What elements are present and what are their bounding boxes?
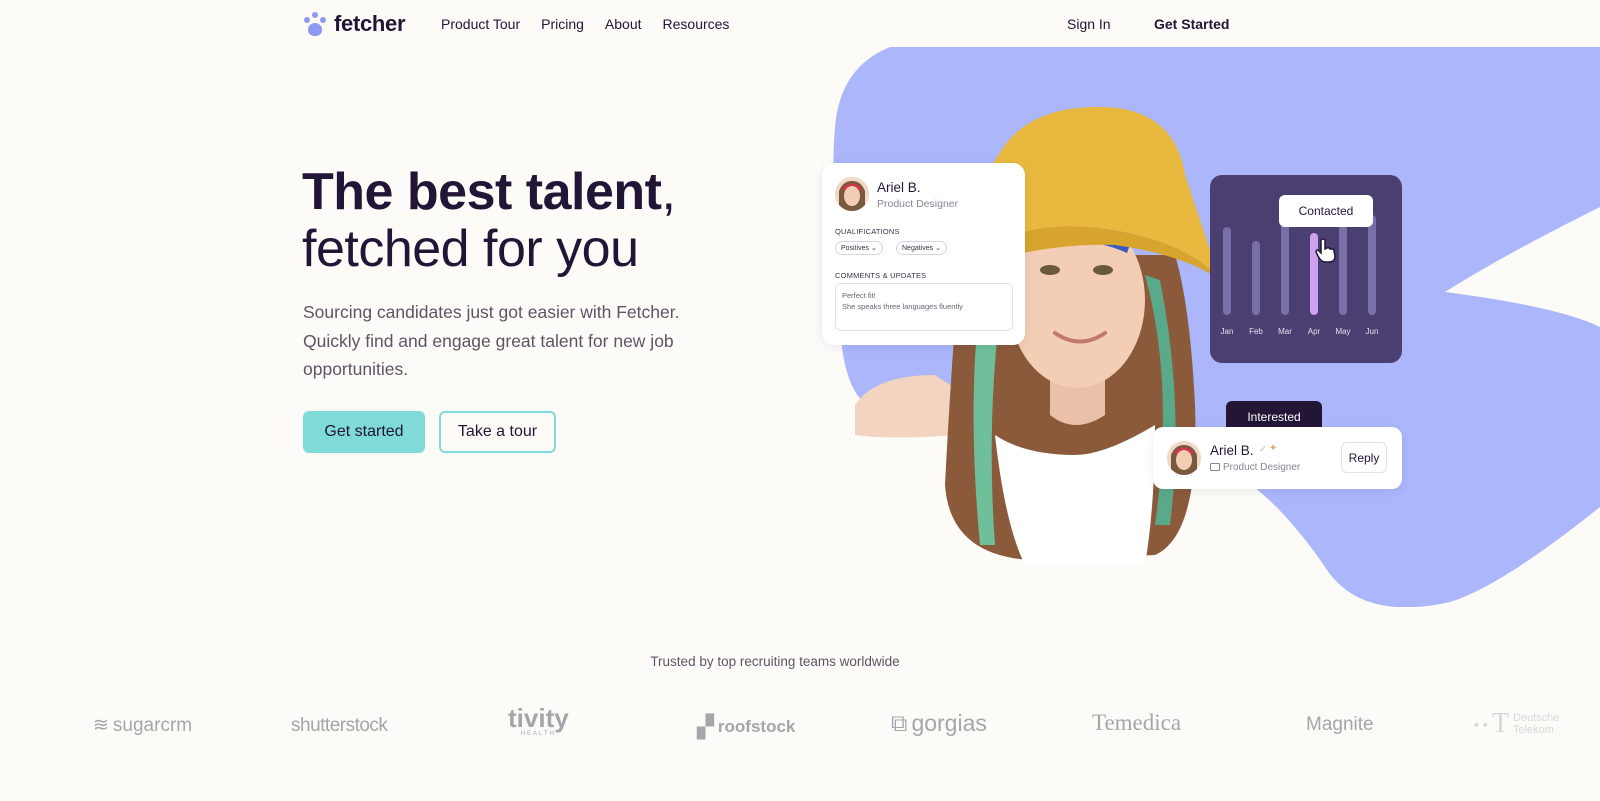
roof-icon: ▞	[697, 714, 714, 739]
folder-icon	[1210, 463, 1220, 471]
sparkle-icon: ✦	[1269, 443, 1278, 454]
paw-logo-icon	[303, 12, 327, 36]
month-label: Apr	[1308, 327, 1321, 336]
nav-pricing[interactable]: Pricing	[541, 16, 584, 32]
get-started-nav-link[interactable]: Get Started	[1154, 16, 1229, 32]
profile-role: Product Designer	[877, 198, 959, 210]
top-nav: fetcher Product Tour Pricing About Resou…	[0, 0, 1600, 48]
nav-resources[interactable]: Resources	[663, 16, 730, 32]
chevron-down-icon: ⌄	[935, 245, 941, 252]
take-a-tour-button[interactable]: Take a tour	[439, 411, 556, 453]
temedica-logo: Temedica	[1092, 710, 1182, 735]
qualifications-label: QUALIFICATIONS	[835, 227, 900, 236]
logo-wordmark: fetcher	[334, 11, 406, 36]
profile-name: Ariel B.	[877, 180, 921, 195]
positives-chip[interactable]: Positives ⌄	[835, 241, 883, 255]
reply-card-role: Product Designer	[1223, 462, 1301, 473]
avatar	[835, 177, 869, 211]
reply-card: Ariel B. ✓ ✦ Product Designer Reply	[1153, 427, 1402, 489]
checkmark-icon: ✓	[1259, 444, 1268, 455]
sign-in-link[interactable]: Sign In	[1067, 16, 1111, 32]
sugarcrm-logo: ≋ sugarcrm	[93, 714, 193, 737]
month-label: May	[1335, 327, 1350, 336]
tivity-health-logo: tivity HEALTH	[508, 703, 569, 737]
headline-light-line: fetched for you	[302, 220, 639, 278]
comment-box[interactable]: Perfect fit! She speaks three languages …	[835, 283, 1013, 331]
comments-label: COMMENTS & UPDATES	[835, 271, 927, 280]
logo[interactable]: fetcher	[303, 11, 406, 37]
dots-icon: ▪ ▪	[1474, 716, 1488, 732]
hero-headline: The best talent, fetched for you	[302, 163, 676, 278]
deutsche-telekom-logo: ▪ ▪ T Deutsche Telekom	[1474, 708, 1560, 739]
get-started-link-wrap: Get Started	[1154, 16, 1229, 32]
negatives-chip[interactable]: Negatives ⌄	[896, 241, 947, 255]
contacted-tooltip: Contacted	[1279, 195, 1373, 227]
get-started-button[interactable]: Get started	[303, 411, 425, 453]
candidate-profile-card: Ariel B. Product Designer QUALIFICATIONS…	[822, 163, 1025, 345]
t-icon: T	[1491, 708, 1509, 739]
shutterstock-logo: shutterstock	[291, 715, 388, 736]
hero-subtext: Sourcing candidates just got easier with…	[303, 302, 680, 379]
nav-links: Product Tour Pricing About Resources	[441, 16, 729, 32]
trusted-caption: Trusted by top recruiting teams worldwid…	[650, 654, 900, 669]
customer-logos: ≋ sugarcrm shutterstock tivity HEALTH ▞ ro…	[0, 703, 1600, 746]
gorgias-logo: ⧉ gorgias	[891, 710, 987, 736]
headline-bold-line: The best talent,	[302, 163, 676, 221]
chat-square-icon: ⧉	[891, 710, 908, 736]
stack-icon: ≋	[93, 715, 109, 736]
roofstock-logo: ▞ roofstock	[697, 714, 796, 739]
month-label: Feb	[1249, 327, 1263, 336]
nav-about[interactable]: About	[605, 16, 642, 32]
comment-line-1: Perfect fit!	[842, 291, 876, 300]
reply-button[interactable]: Reply	[1341, 442, 1387, 473]
sign-in-link-wrap: Sign In	[1067, 16, 1111, 32]
chevron-down-icon: ⌄	[870, 245, 877, 252]
reply-card-name: Ariel B.	[1210, 443, 1254, 458]
hand-cursor-icon	[1315, 238, 1336, 263]
comment-line-2: She speaks three languages fluently	[842, 302, 963, 311]
month-label: Jun	[1366, 327, 1379, 336]
avatar	[1167, 441, 1201, 475]
nav-product-tour[interactable]: Product Tour	[441, 16, 520, 32]
month-label: Jan	[1221, 327, 1234, 336]
magnite-logo: Magnite	[1306, 714, 1374, 735]
month-label: Mar	[1278, 327, 1292, 336]
